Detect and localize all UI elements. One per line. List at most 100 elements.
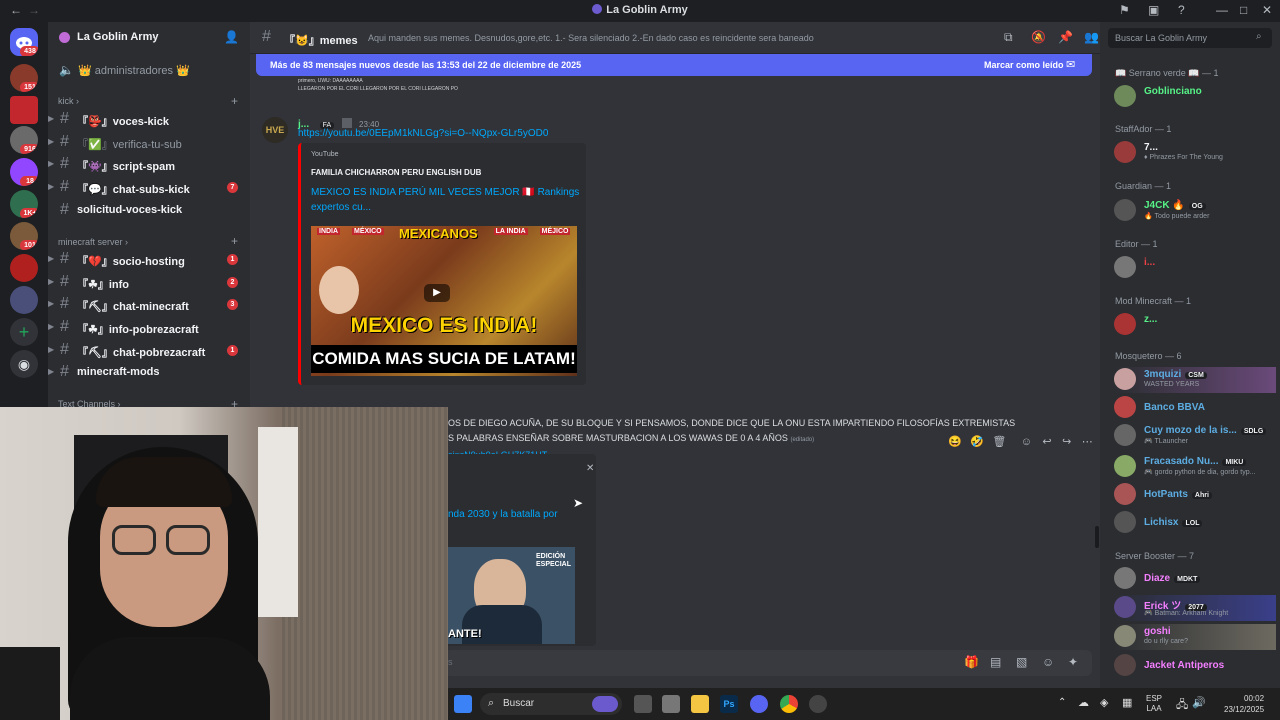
add-member-icon[interactable]: 👤 [224,30,239,44]
member-j4ck[interactable]: J4CK 🔥 OG 🔥 Todo puede arder [1114,198,1276,224]
mark-read-button[interactable]: Marcar como leído [984,60,1064,70]
channel-topic[interactable]: Aqui manden sus memes. Desnudos,gore,etc… [368,33,814,43]
embed-provider[interactable]: YouTube [311,151,339,158]
play-icon[interactable]: ▶ [424,284,450,302]
message-input[interactable]: s 🎁 ▤ ▧ ☺ ✦ [444,650,1092,676]
channel-verifica-tu-sub[interactable]: ▶ # 『✅』verifica-tu-sub [48,132,250,154]
channel-solicitud-voces-kick[interactable]: # solicitud-voces-kick [48,200,250,222]
server-icon-3[interactable]: 916 [10,126,38,154]
member-lichisx[interactable]: Lichisx LOL [1114,510,1276,536]
tray-app-icon[interactable]: ☁ [1078,696,1089,709]
server-icon-7[interactable] [10,254,38,282]
threads-icon[interactable]: ⧉ [1004,30,1013,45]
add-server-icon[interactable]: + [10,318,38,346]
member-fracasado[interactable]: Fracasado Nu... MIKU 🎮 gordo python de dia… [1114,454,1276,480]
close-icon[interactable]: ✕ [1262,3,1272,17]
app-icon[interactable] [662,695,680,713]
forward-icon[interactable]: ↪ [1062,436,1071,448]
hash-icon: # [262,28,271,45]
language-indicator[interactable]: ESP LAA [1146,694,1162,714]
emoji-picker-icon[interactable]: ☺ [1042,655,1054,669]
member-hotpants[interactable]: HotPants Ahri [1114,482,1276,508]
close-embed-icon[interactable]: ✕ [586,463,594,474]
server-icon-8[interactable] [10,286,38,314]
add-reaction-icon[interactable]: ☺ [1021,436,1032,448]
embed2-title[interactable]: nda 2030 y la batalla por [448,509,558,520]
server-icon-1[interactable]: 151 [10,64,38,92]
windows-start-icon[interactable] [454,695,472,713]
discord-icon[interactable] [750,695,768,713]
message-link[interactable]: https://youtu.be/0EEpM1kNLGg?si=O--NQpx-… [298,128,548,139]
category-kick[interactable]: kick › [58,96,79,106]
network-icon[interactable]: 🖧 [1176,696,1188,715]
taskbar-clock[interactable]: 00:02 23/12/2025 [1224,693,1264,715]
channel-minecraft-mods[interactable]: ▶ # minecraft-mods [48,362,250,384]
screen-icon[interactable]: ▣ [1148,3,1159,17]
channel-voces-kick[interactable]: ▶ # 『👺』voces-kick [48,109,250,131]
gift-icon[interactable]: 🎁 [964,655,979,669]
embed-author[interactable]: FAMILIA CHICHARRON PERU ENGLISH DUB [311,168,481,177]
add-channel-icon[interactable]: + [231,94,238,108]
member-search-input[interactable]: Buscar La Goblin Army ⌕ [1108,28,1272,48]
embed-title[interactable]: MEXICO ES INDIA PERÚ MIL VECES MEJOR 🇵🇪 … [311,185,581,215]
volume-icon[interactable]: 🔊 [1192,696,1206,709]
channel-script-spam[interactable]: ▶ # 『👾』script-spam [48,154,250,176]
channel-info[interactable]: ▶ # 『☘』info 2 [48,272,250,294]
avatar[interactable]: HVE [262,117,288,143]
direct-messages-button[interactable]: 438 [10,28,38,56]
tray-chevron-icon[interactable]: ⌃ [1058,697,1066,708]
member-list-icon[interactable]: 👥 [1084,30,1099,44]
emoji-reaction-icon[interactable]: 🤣 [970,436,984,448]
member-diaze[interactable]: Diaze MDKT [1114,566,1276,592]
pin-icon[interactable]: 📌 [1058,30,1073,44]
explore-icon[interactable]: ◉ [10,350,38,378]
guild-header[interactable]: La Goblin Army ⌄ 👤 [48,22,250,54]
channel-chat-pobrezacraft[interactable]: ▶ # 『⛏』chat-pobrezacraft 1 [48,340,250,362]
maximize-icon[interactable]: □ [1240,3,1247,17]
channel-socio-hosting[interactable]: ▶ # 『💔』socio-hosting 1 [48,249,250,271]
mute-bell-icon[interactable]: 🔕 [1031,30,1046,44]
channel-info-pobrezacraft[interactable]: ▶ # 『☘』info-pobrezacraft [48,317,250,339]
taskbar-search[interactable]: ⌕ Buscar [480,693,622,715]
emoji-reaction-icon[interactable]: 🗑 [992,436,1006,448]
photoshop-icon[interactable]: Ps [720,695,738,713]
server-icon-4[interactable]: 18 [10,158,38,186]
member-goblinciano[interactable]: Goblinciano [1114,84,1276,110]
tray-app-icon[interactable]: ▦ [1122,696,1132,709]
channel-chat-minecraft[interactable]: ▶ # 『⛏』chat-minecraft 3 [48,294,250,316]
task-view-icon[interactable] [634,695,652,713]
server-icon-6[interactable]: 101 [10,222,38,250]
gif-icon[interactable]: ▤ [990,655,1001,669]
help-icon[interactable]: ? [1178,3,1185,17]
apps-icon[interactable]: ✦ [1068,655,1078,669]
more-options-icon[interactable]: ⋯ [1082,436,1093,448]
embed2-thumbnail[interactable]: EDICIÓN ESPECIAL ANTE! [448,547,575,644]
video-thumbnail[interactable]: INDIA MÉXICO LA INDIA MÉJICO MEXICANOS ▶… [311,226,577,376]
reply-icon[interactable]: ↩ [1042,436,1051,448]
emoji-reaction-icon[interactable]: 😆 [948,436,962,448]
server-icon-2[interactable] [10,96,38,124]
minimize-icon[interactable]: — [1216,3,1228,17]
member-editor[interactable]: i... [1114,255,1276,281]
server-icon-5[interactable]: 1K+ [10,190,38,218]
new-messages-bar[interactable]: Más de 83 mensajes nuevos desde las 13:5… [256,54,1092,76]
member-3mquizi[interactable]: 3mquizi CSM WASTED YEARS [1114,367,1276,393]
channel-chat-subs-kick[interactable]: ▶ # 『💬』chat-subs-kick 7 [48,177,250,199]
inbox-flag-icon[interactable]: ⚑ [1119,3,1130,17]
add-channel-icon[interactable]: + [231,234,238,248]
member-cuy-mozo[interactable]: Cuy mozo de la is... SDLG 🎮 TLauncher [1114,423,1276,449]
member-goshi[interactable]: goshi do u rlly care? [1114,624,1276,650]
chrome-icon[interactable] [780,695,798,713]
member-erick[interactable]: Erick ツ 2077 🎮 Batman: Arkham Knight [1114,595,1276,621]
file-explorer-icon[interactable] [691,695,709,713]
scrollbar-thumb[interactable] [1095,526,1099,548]
member-jacket[interactable]: Jacket Antiperos [1114,653,1276,679]
member-mod-minecraft[interactable]: z... [1114,312,1276,338]
tray-app-icon[interactable]: ◈ [1100,696,1108,709]
app-icon[interactable] [809,695,827,713]
member-banco-bbva[interactable]: Banco BBVA [1114,395,1276,421]
channel-administradores[interactable]: 🔈 👑 administradores 👑 [48,60,250,82]
sticker-icon[interactable]: ▧ [1016,655,1027,669]
member-staffador[interactable]: 7... ♦ Phrazes For The Young [1114,140,1276,166]
category-minecraft-server[interactable]: minecraft server › [58,237,128,247]
